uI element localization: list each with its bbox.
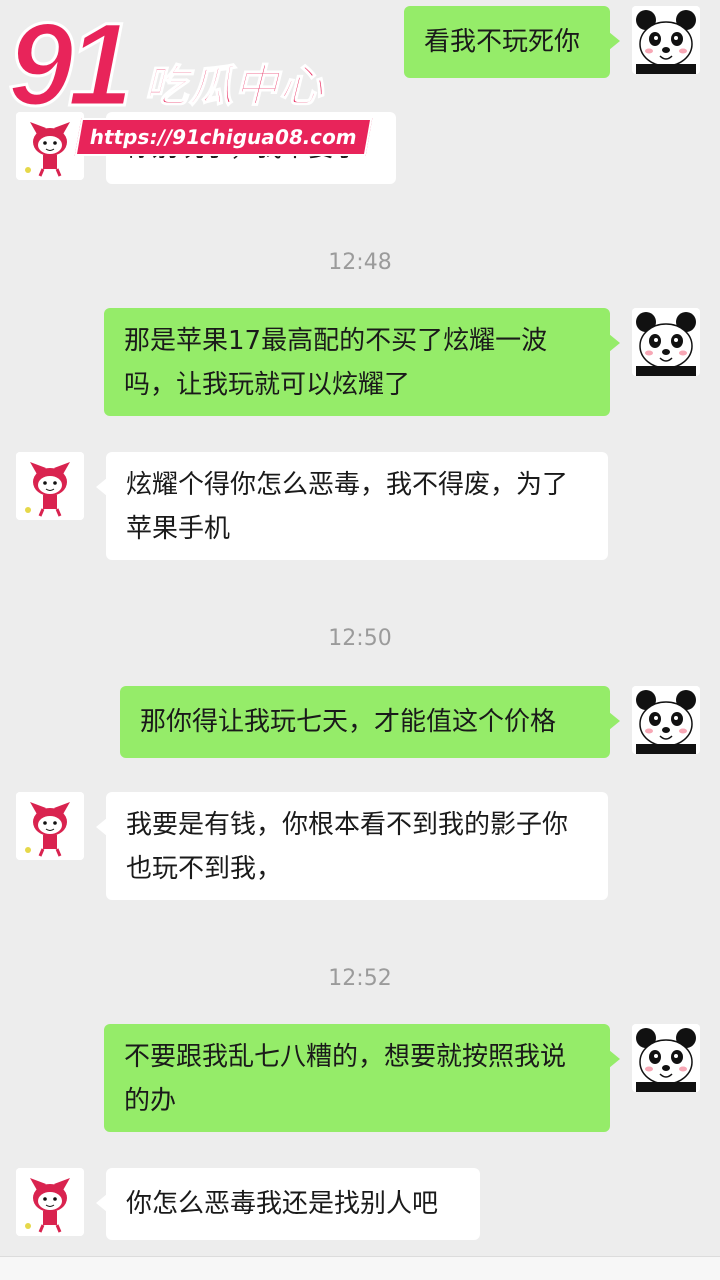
my-message-bubble[interactable]: 不要跟我乱七八糟的，想要就按照我说的办 bbox=[104, 1024, 620, 1132]
watermark-text: 吃瓜中心 bbox=[143, 61, 324, 113]
timestamp: 12:48 bbox=[328, 250, 392, 275]
watermark-logo: 91 吃瓜中心 https://91chigua08.com bbox=[6, 0, 373, 156]
my-message-bubble[interactable]: 那你得让我玩七天，才能值这个价格 bbox=[120, 686, 620, 758]
watermark-number: 91 bbox=[6, 0, 134, 131]
their-message-bubble[interactable]: 你怎么恶毒我还是找别人吧 bbox=[96, 1168, 480, 1240]
my-message-bubble[interactable]: 那是苹果17最高配的不买了炫耀一波吗，让我玩就可以炫耀了 bbox=[104, 308, 620, 416]
panda-avatar-icon[interactable] bbox=[632, 6, 700, 74]
watermark-url: https://91chigua08.com bbox=[74, 118, 373, 156]
panda-avatar-icon[interactable] bbox=[632, 1024, 700, 1092]
cartoon-fox-avatar-icon[interactable] bbox=[16, 1168, 84, 1236]
cartoon-fox-avatar-icon[interactable] bbox=[16, 792, 84, 860]
their-message-bubble[interactable]: 炫耀个得你怎么恶毒，我不得废，为了苹果手机 bbox=[96, 452, 608, 560]
my-message-bubble[interactable]: 看我不玩死你 bbox=[404, 6, 620, 78]
timestamp: 12:50 bbox=[328, 626, 392, 651]
panda-avatar-icon[interactable] bbox=[632, 308, 700, 376]
timestamp: 12:52 bbox=[328, 966, 392, 991]
panda-avatar-icon[interactable] bbox=[632, 686, 700, 754]
input-bar[interactable] bbox=[0, 1256, 720, 1280]
their-message-bubble[interactable]: 我要是有钱，你根本看不到我的影子你也玩不到我， bbox=[96, 792, 608, 900]
cartoon-fox-avatar-icon[interactable] bbox=[16, 452, 84, 520]
